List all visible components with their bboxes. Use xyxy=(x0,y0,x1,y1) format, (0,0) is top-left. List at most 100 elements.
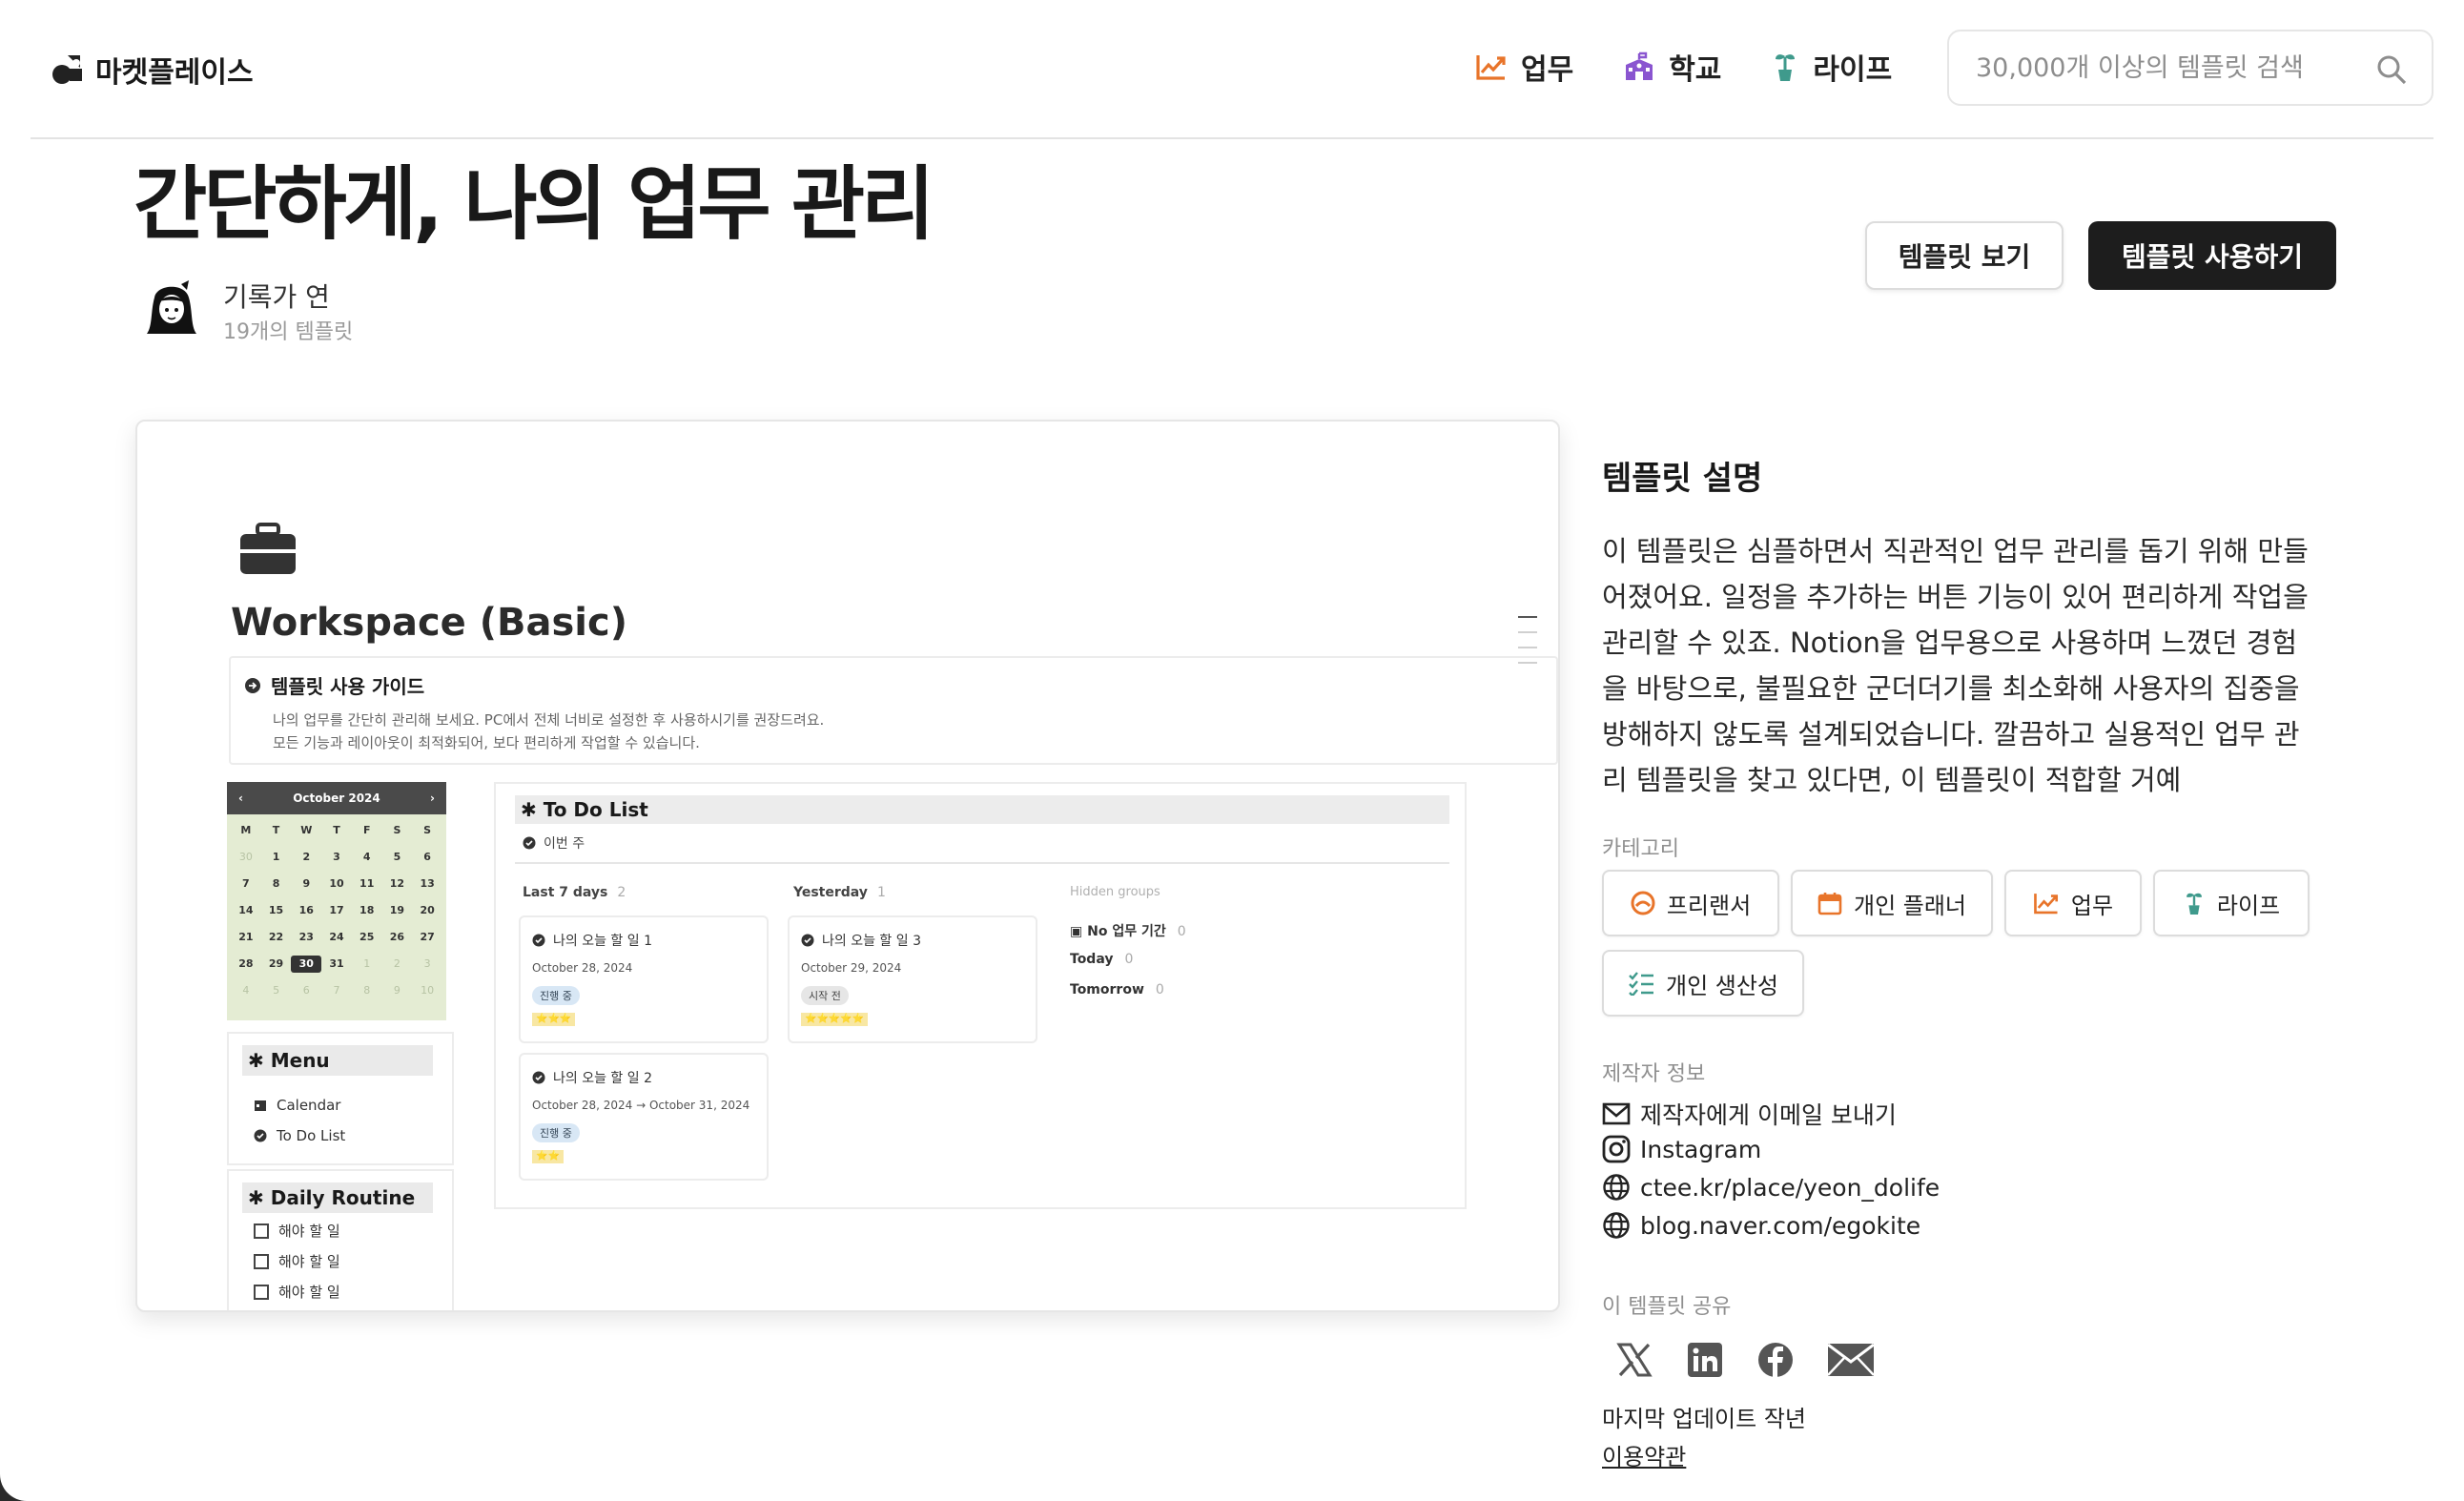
preview-calendar-day: 25 xyxy=(359,931,375,943)
chevron-right-icon: › xyxy=(430,792,435,805)
nav-item-life[interactable]: 라이프 xyxy=(1771,46,1892,88)
preview-calendar-day: 3 xyxy=(423,957,431,970)
search-input[interactable] xyxy=(1974,51,2340,84)
preview-calendar-day: 18 xyxy=(359,904,375,916)
category-nav: 업무 학교 라이프 xyxy=(1475,46,1892,88)
preview-calendar-day: 7 xyxy=(242,877,250,890)
preview-calendar-day: 17 xyxy=(329,904,344,916)
nav-item-work[interactable]: 업무 xyxy=(1475,46,1573,88)
preview-calendar-day: 26 xyxy=(389,931,405,943)
creator-email-link[interactable]: 제작자에게 이메일 보내기 xyxy=(1602,1097,1897,1131)
preview-hidden-group-count: 0 xyxy=(1177,924,1186,939)
preview-task-status: 진행 중 xyxy=(532,1123,580,1142)
preview-calendar-day: 16 xyxy=(298,904,314,916)
briefcase-icon xyxy=(240,523,296,574)
preview-calendar-day: 4 xyxy=(362,851,371,863)
search-icon[interactable] xyxy=(2376,54,2407,85)
preview-hidden-group-count: 0 xyxy=(1155,982,1164,997)
preview-column-last7: Last 7 days 2 xyxy=(523,885,626,900)
category-chip-planner[interactable]: 개인 플래너 xyxy=(1791,870,1993,936)
template-preview[interactable]: Workspace (Basic) 템플릿 사용 가이드 나의 업무를 간단히 … xyxy=(135,420,1560,1312)
preview-calendar-weekday: T xyxy=(272,824,280,836)
preview-routine-title: ✱ Daily Routine xyxy=(242,1182,433,1213)
author-name[interactable]: 기록가 연 xyxy=(223,277,330,315)
preview-guide-title: 템플릿 사용 가이드 xyxy=(271,675,425,698)
preview-routine-label: 해야 할 일 xyxy=(278,1223,340,1240)
linkedin-icon[interactable] xyxy=(1686,1341,1724,1379)
use-template-button[interactable]: 템플릿 사용하기 xyxy=(2088,221,2336,290)
marketplace-logo-icon xyxy=(52,55,82,84)
preview-calendar-day: 8 xyxy=(272,877,280,890)
preview-todo-title: ✱ To Do List xyxy=(515,795,1449,824)
preview-calendar-day: 7 xyxy=(333,984,340,997)
preview-calendar-day: 20 xyxy=(420,904,435,916)
preview-calendar-day: 30 xyxy=(238,851,253,863)
preview-calendar-header: ‹ October 2024 › xyxy=(227,782,446,814)
preview-hidden-group: Tomorrow 0 xyxy=(1070,982,1164,997)
preview-calendar: ‹ October 2024 › M T W T F S S 30 1 2 3 4 5 6 7 8 9 10 11 1… xyxy=(227,782,446,1020)
preview-calendar-day: 6 xyxy=(302,984,310,997)
check-circle-icon xyxy=(801,934,814,947)
author-avatar[interactable] xyxy=(143,278,200,338)
description-heading: 템플릿 설명 xyxy=(1602,460,1763,498)
plant-icon xyxy=(1776,54,1796,81)
preview-calendar-weekday: T xyxy=(333,824,340,836)
creator-site-link[interactable]: ctee.kr/place/yeon_dolife xyxy=(1602,1173,1940,1202)
preview-calendar-day: 30 xyxy=(291,956,322,973)
description-line: 이 템플릿은 심플하면서 직관적인 업무 관리를 돕기 위해 만들 xyxy=(1602,535,2309,567)
divider xyxy=(515,862,1449,864)
x-twitter-icon[interactable] xyxy=(1615,1341,1653,1379)
checkbox-icon xyxy=(254,1253,269,1269)
preview-calendar-day: 5 xyxy=(393,851,401,863)
top-nav-bar: 마켓플레이스 업무 학교 라이프 30,000개 이상의 템플릿 검색 xyxy=(31,0,2433,139)
creator-info-label: 제작자 정보 xyxy=(1602,1062,1706,1086)
preview-calendar-day: 10 xyxy=(329,877,344,890)
description-line: 관리할 수 있죠. Notion을 업무용으로 사용하며 느꼈던 경험 xyxy=(1602,627,2298,659)
category-chip-life[interactable]: 라이프 xyxy=(2153,870,2310,936)
description-line: 리 템플릿을 찾고 있다면, 이 템플릿이 적합할 거예 xyxy=(1602,764,2182,796)
categories-label: 카테고리 xyxy=(1602,837,1679,861)
preview-calendar-day: 6 xyxy=(423,851,431,863)
preview-task-priority: ⭐⭐ xyxy=(532,1150,564,1163)
checklist-icon xyxy=(1629,972,1653,996)
view-template-button[interactable]: 템플릿 보기 xyxy=(1865,221,2064,290)
preview-task-card: 나의 오늘 할 일 3 October 29, 2024 시작 전 ⭐⭐⭐⭐⭐ xyxy=(788,915,1037,1043)
preview-calendar-day: 3 xyxy=(333,851,340,863)
category-chip-label: 라이프 xyxy=(2216,892,2281,919)
preview-calendar-day: 27 xyxy=(420,931,435,943)
terms-link[interactable]: 이용약관 xyxy=(1602,1438,1686,1471)
category-chip-work[interactable]: 업무 xyxy=(2004,870,2142,936)
creator-instagram-link[interactable]: Instagram xyxy=(1602,1135,1761,1163)
preview-column-label: Yesterday xyxy=(793,885,868,900)
preview-task-title-row: 나의 오늘 할 일 1 xyxy=(532,931,652,950)
category-chip-freelancer[interactable]: 프리랜서 xyxy=(1602,870,1779,936)
preview-routine-item: 해야 할 일 xyxy=(254,1221,340,1241)
school-icon xyxy=(1626,51,1653,80)
marketplace-home-link[interactable]: 마켓플레이스 xyxy=(51,49,254,91)
preview-calendar-weekday: S xyxy=(423,824,432,836)
mail-share-icon[interactable] xyxy=(1827,1343,1875,1377)
creator-blog-link[interactable]: blog.naver.com/egokite xyxy=(1602,1211,1920,1240)
description-body: 이 템플릿은 심플하면서 직관적인 업무 관리를 돕기 위해 만들 어졌어요. … xyxy=(1602,528,2355,803)
preview-guide-callout: 템플릿 사용 가이드 나의 업무를 간단히 관리해 보세요. PC에서 전체 너… xyxy=(229,656,1558,765)
inbox-icon: ▣ xyxy=(1070,924,1083,939)
preview-calendar-grid: M T W T F S S 30 1 2 3 4 5 6 7 8 9 10 11 12 13 14 15 16 17 18 19 20… xyxy=(227,814,446,999)
preview-task-title: 나의 오늘 할 일 3 xyxy=(822,934,921,949)
preview-hidden-groups-label: Hidden groups xyxy=(1070,885,1160,899)
facebook-icon[interactable] xyxy=(1756,1341,1795,1379)
calendar-icon xyxy=(255,1100,266,1111)
preview-guide-line1: 나의 업무를 간단히 관리해 보세요. PC에서 전체 너비로 설정한 후 사용… xyxy=(273,711,825,729)
preview-task-title-row: 나의 오늘 할 일 2 xyxy=(532,1068,652,1087)
preview-menu-title: ✱ Menu xyxy=(242,1045,433,1076)
category-chip-productivity[interactable]: 개인 생산성 xyxy=(1602,950,1804,1017)
preview-task-card: 나의 오늘 할 일 1 October 28, 2024 진행 중 ⭐⭐⭐ xyxy=(519,915,769,1043)
nav-item-school[interactable]: 학교 xyxy=(1623,46,1721,88)
check-circle-icon xyxy=(523,836,536,850)
preview-todo-view-tab: 이번 주 xyxy=(523,833,585,853)
preview-column-count: 1 xyxy=(876,885,886,900)
preview-hidden-group-label: Today xyxy=(1070,952,1114,967)
preview-guide-heading: 템플릿 사용 가이드 xyxy=(244,671,424,699)
preview-task-title: 나의 오늘 할 일 1 xyxy=(553,934,652,949)
globe-icon xyxy=(1603,1174,1630,1201)
preview-guide-line2: 모든 기능과 레이아웃이 최적화되어, 보다 편리하게 작업할 수 있습니다. xyxy=(273,734,700,751)
